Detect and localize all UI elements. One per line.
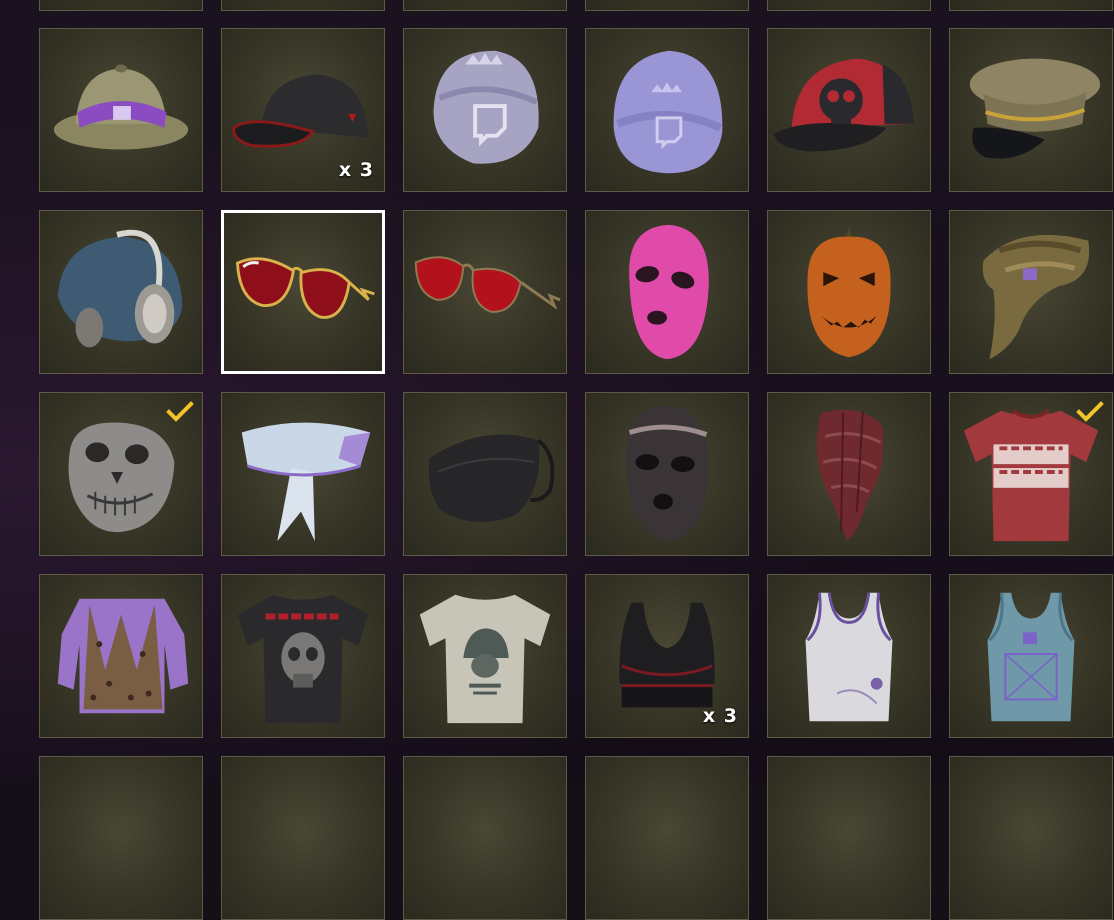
teal-tank-top-icon [987,592,1075,722]
white-tank-top-icon [805,592,893,722]
gold-sunglasses-icon [235,257,375,319]
inventory-slot-twitch-beanie[interactable] [585,28,749,192]
leopard-vest-icon [57,598,189,714]
camo-headwrap-icon [982,234,1090,360]
inventory-slot-red-aviators[interactable] [403,210,567,374]
inventory-slot-pumpkin-mask[interactable] [767,210,931,374]
white-scarf-icon [241,422,371,542]
black-face-mask-icon [428,434,555,523]
inventory-slot-camo-headwrap[interactable] [949,210,1113,374]
inventory-slot-pith-helmet[interactable] [39,28,203,192]
inventory-slot-white-scarf[interactable] [221,392,385,556]
inventory-slot-plaid-scarf[interactable] [767,392,931,556]
inventory-slot-leopard-vest[interactable] [39,574,203,738]
twitch-headwrap-icon [433,50,539,164]
inventory-slot[interactable] [949,0,1113,11]
inventory-slot[interactable] [403,0,567,11]
red-aviators-icon [414,256,561,313]
twitch-beanie-icon [613,50,723,174]
inventory-slot[interactable] [585,756,749,920]
inventory-slot-baseball-cap[interactable]: x 3 [221,28,385,192]
equipped-check-icon [1076,401,1104,422]
helmet-tshirt-icon [419,594,551,724]
inventory-slot-skull-mask[interactable] [39,392,203,556]
inventory-grid: x 3 x 3 [0,0,1114,920]
equipped-check-icon [166,401,194,422]
inventory-slot-twitch-headwrap[interactable] [403,28,567,192]
pith-helmet-icon [53,64,189,150]
inventory-slot[interactable] [767,756,931,920]
inventory-slot-red-tshirt[interactable] [949,392,1113,556]
inventory-slot[interactable] [403,756,567,920]
inventory-slot-gold-sunglasses[interactable] [221,210,385,374]
inventory-slot-skull-snapback[interactable] [767,28,931,192]
inventory-slot-helmet-tshirt[interactable] [403,574,567,738]
inventory-slot-pink-balaclava[interactable] [585,210,749,374]
quantity-label: x 3 [702,705,738,727]
skull-snapback-icon [773,58,915,152]
inventory-slot[interactable] [949,756,1113,920]
inventory-slot-sanhok-tshirt[interactable] [221,574,385,738]
quantity-label: x 3 [338,159,374,181]
inventory-slot-beanie-headphones[interactable] [39,210,203,374]
plaid-scarf-icon [816,409,884,542]
pumpkin-mask-icon [807,226,891,358]
sanhok-tshirt-icon [237,594,369,724]
inventory-slot[interactable] [585,0,749,11]
inventory-slot-black-face-mask[interactable] [403,392,567,556]
officer-cap-icon [969,58,1101,159]
inventory-slot[interactable] [39,756,203,920]
inventory-slot-teal-tank-top[interactable] [949,574,1113,738]
inventory-slot[interactable] [221,0,385,11]
inventory-slot[interactable] [221,756,385,920]
inventory-slot-officer-cap[interactable] [949,28,1113,192]
inventory-slot-sports-bra[interactable]: x 3 [585,574,749,738]
inventory-slot[interactable] [39,0,203,11]
beanie-headphones-icon [57,229,183,348]
inventory-slot-white-tank-top[interactable] [767,574,931,738]
ski-mask-icon [625,404,709,542]
inventory-slot-ski-mask[interactable] [585,392,749,556]
inventory-slot[interactable] [767,0,931,11]
pink-balaclava-icon [629,224,709,360]
